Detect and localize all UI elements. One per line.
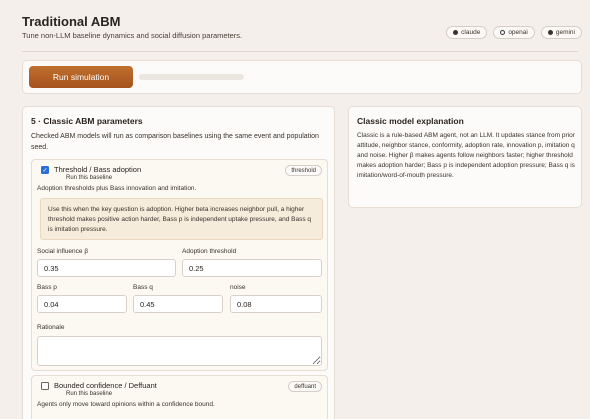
header-divider <box>22 51 578 52</box>
model-card-threshold: ✓ Threshold / Bass adoption Run this bas… <box>31 159 328 371</box>
noise-input[interactable] <box>230 295 322 313</box>
rationale-label: Rationale <box>37 324 65 331</box>
model-name: Threshold / Bass adoption <box>54 165 142 174</box>
explanation-panel: Classic model explanation Classic is a r… <box>348 106 582 208</box>
section-description: Checked ABM models will run as compariso… <box>31 133 319 151</box>
filled-dot-icon <box>547 30 553 35</box>
run-panel: Run simulation <box>22 60 582 94</box>
abm-parameters-panel: 5 · Classic ABM parameters Checked ABM m… <box>22 106 335 419</box>
adoption-threshold-input[interactable] <box>182 259 322 277</box>
model-name: Bounded confidence / Deffuant <box>54 381 157 390</box>
model-hint: Use this when the key question is adopti… <box>40 198 323 240</box>
run-simulation-button[interactable]: Run simulation <box>29 66 133 88</box>
bass-q-input[interactable] <box>133 295 223 313</box>
model-description: Adoption thresholds plus Bass innovation… <box>37 185 197 192</box>
model-tag: threshold <box>285 165 322 176</box>
model-run-label: Run this baseline <box>66 391 113 397</box>
provider-label: openai <box>508 29 528 36</box>
model-run-label: Run this baseline <box>66 175 113 181</box>
model-card-deffuant: Bounded confidence / Deffuant Run this b… <box>31 375 328 419</box>
model-tag: deffuant <box>288 381 322 392</box>
model-description: Agents only move toward opinions within … <box>37 401 215 408</box>
model-checkbox-deffuant[interactable] <box>41 382 49 390</box>
noise-label: noise <box>230 284 246 291</box>
hollow-dot-icon <box>500 30 506 35</box>
provider-chip-claude[interactable]: claude <box>446 26 488 39</box>
social-influence-label: Social influence β <box>37 248 89 255</box>
page-title: Traditional ABM <box>22 14 121 29</box>
bass-p-label: Bass p <box>37 284 57 291</box>
explanation-text: Classic is a rule-based ABM agent, not a… <box>357 132 575 179</box>
provider-label: gemini <box>555 29 575 36</box>
filled-dot-icon <box>453 30 459 35</box>
provider-selector: claude openai gemini <box>446 26 582 39</box>
rationale-textarea[interactable] <box>37 336 322 366</box>
provider-label: claude <box>461 29 481 36</box>
model-checkbox-threshold[interactable]: ✓ <box>41 166 49 174</box>
explanation-title: Classic model explanation <box>357 116 464 126</box>
provider-chip-openai[interactable]: openai <box>493 26 535 39</box>
adoption-threshold-label: Adoption threshold <box>182 248 237 255</box>
bass-p-input[interactable] <box>37 295 127 313</box>
social-influence-input[interactable] <box>37 259 176 277</box>
bass-q-label: Bass q <box>133 284 153 291</box>
page-subtitle: Tune non-LLM baseline dynamics and socia… <box>22 31 243 40</box>
progress-bar <box>139 74 244 80</box>
page-header: Traditional ABM Tune non-LLM baseline dy… <box>22 14 242 40</box>
section-title: 5 · Classic ABM parameters <box>31 116 143 126</box>
provider-chip-gemini[interactable]: gemini <box>540 26 582 39</box>
